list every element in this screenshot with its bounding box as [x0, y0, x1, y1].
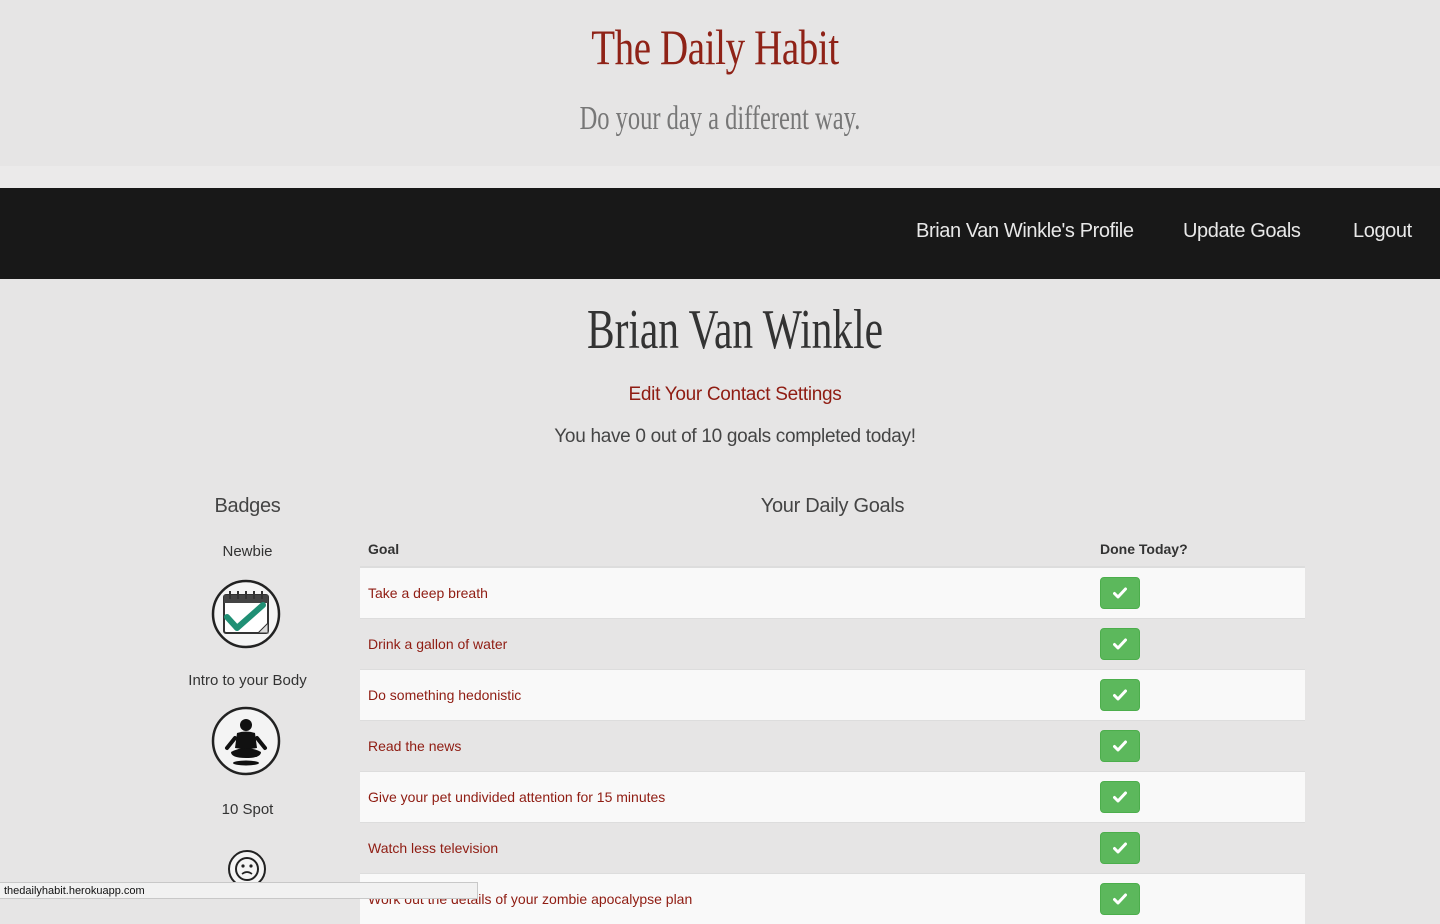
column-header-goal: Goal: [360, 532, 1092, 567]
badge-name: Intro to your Body: [150, 672, 345, 689]
goals-table: Goal Done Today? Take a deep breath Drink…: [360, 532, 1305, 924]
browser-status-bar: thedailyhabit.herokuapp.com: [0, 882, 478, 899]
top-navbar: Brian Van Winkle's Profile Update Goals …: [0, 188, 1440, 279]
tagline: Do your day a different way.: [202, 100, 1239, 138]
table-row: Drink a gallon of water: [360, 619, 1305, 670]
mark-done-button[interactable]: [1100, 883, 1140, 915]
goal-cell: Read the news: [360, 721, 1092, 772]
goal-cell: Take a deep breath: [360, 567, 1092, 619]
goal-cell: Drink a gallon of water: [360, 619, 1092, 670]
column-header-done: Done Today?: [1092, 532, 1305, 567]
goal-cell: Do something hedonistic: [360, 670, 1092, 721]
goals-progress-text: You have 0 out of 10 goals completed tod…: [0, 426, 1440, 448]
table-row: Take a deep breath: [360, 567, 1305, 619]
table-row: Do something hedonistic: [360, 670, 1305, 721]
table-header-row: Goal Done Today?: [360, 532, 1305, 567]
badge-name: Newbie: [150, 543, 345, 560]
nav-update-goals-link[interactable]: Update Goals: [1183, 220, 1301, 243]
mark-done-button[interactable]: [1100, 679, 1140, 711]
mark-done-button[interactable]: [1100, 577, 1140, 609]
goal-link[interactable]: Watch less television: [368, 840, 498, 856]
done-cell: [1092, 772, 1305, 823]
badge-name: 10 Spot: [150, 801, 345, 818]
goal-link[interactable]: Take a deep breath: [368, 585, 488, 601]
meditation-figure-icon: [211, 706, 281, 776]
done-cell: [1092, 619, 1305, 670]
checkmark-icon: [1113, 638, 1127, 650]
done-cell: [1092, 823, 1305, 874]
mark-done-button[interactable]: [1100, 781, 1140, 813]
nav-logout-link[interactable]: Logout: [1353, 220, 1412, 243]
table-row: Read the news: [360, 721, 1305, 772]
goal-link[interactable]: Drink a gallon of water: [368, 636, 507, 652]
goal-link[interactable]: Give your pet undivided attention for 15…: [368, 789, 665, 805]
daily-goals-panel: Your Daily Goals Goal Done Today? Take a…: [360, 495, 1305, 518]
header-divider: [0, 166, 1440, 188]
checkmark-icon: [1113, 842, 1127, 854]
done-cell: [1092, 874, 1305, 924]
goal-cell: Give your pet undivided attention for 15…: [360, 772, 1092, 823]
goal-link[interactable]: Read the news: [368, 738, 461, 754]
brand-title: The Daily Habit: [157, 18, 1272, 76]
checkmark-icon: [1113, 893, 1127, 905]
calendar-check-icon: [211, 579, 281, 649]
done-cell: [1092, 567, 1305, 619]
site-header: The Daily Habit Do your day a different …: [0, 0, 1440, 166]
profile-name: Brian Van Winkle: [191, 298, 1279, 362]
table-row: Watch less television: [360, 823, 1305, 874]
edit-contact-settings-link[interactable]: Edit Your Contact Settings: [0, 384, 1440, 406]
mark-done-button[interactable]: [1100, 832, 1140, 864]
table-row: Give your pet undivided attention for 15…: [360, 772, 1305, 823]
mark-done-button[interactable]: [1100, 628, 1140, 660]
checkmark-icon: [1113, 587, 1127, 599]
done-cell: [1092, 670, 1305, 721]
table-row: Work out the details of your zombie apoc…: [360, 874, 1305, 924]
mark-done-button[interactable]: [1100, 730, 1140, 762]
badges-heading: Badges: [150, 495, 345, 518]
checkmark-icon: [1113, 791, 1127, 803]
done-cell: [1092, 721, 1305, 772]
goal-link[interactable]: Do something hedonistic: [368, 687, 521, 703]
checkmark-icon: [1113, 740, 1127, 752]
goal-cell: Watch less television: [360, 823, 1092, 874]
badges-panel: Badges Newbie Intro to your Body 10 Spot: [150, 495, 345, 518]
nav-profile-link[interactable]: Brian Van Winkle's Profile: [916, 220, 1134, 243]
daily-goals-heading: Your Daily Goals: [360, 495, 1305, 518]
checkmark-icon: [1113, 689, 1127, 701]
